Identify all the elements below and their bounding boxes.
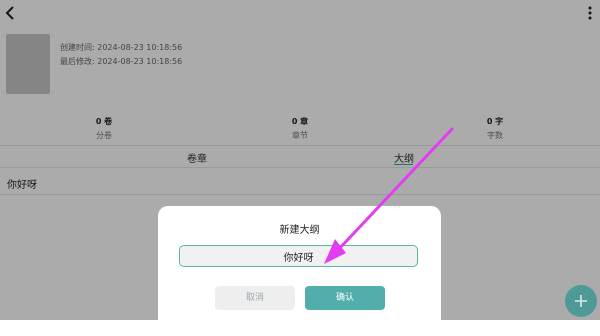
annotation-arrow-icon <box>324 127 454 264</box>
